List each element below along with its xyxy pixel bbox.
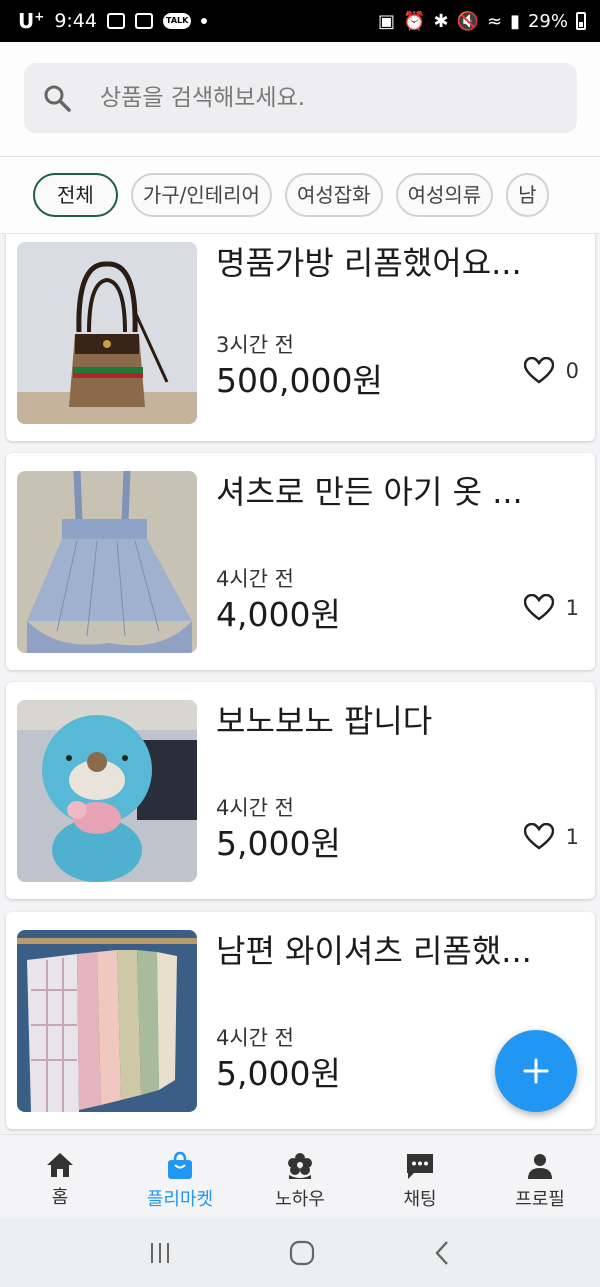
- chip-furniture-interior[interactable]: 가구/인테리어: [130, 173, 272, 217]
- product-card[interactable]: 셔츠로 만든 아기 옷 ... 4시간 전 4,000원 1: [6, 453, 595, 670]
- product-title: 보노보노 팝니다: [216, 702, 433, 740]
- clock: 9:44: [54, 10, 97, 32]
- search-area: [0, 42, 600, 156]
- flower-icon: [288, 1153, 312, 1179]
- mute-icon: 🔇: [456, 10, 479, 32]
- nav-item-knowhow[interactable]: 노하우: [240, 1135, 360, 1218]
- plus-icon: [523, 1058, 549, 1084]
- product-title: 남편 와이셔츠 리폼했...: [216, 932, 532, 970]
- back-icon[interactable]: [432, 1240, 452, 1266]
- nav-item-flea-market[interactable]: 플리마켓: [120, 1135, 240, 1218]
- chip-women-clothing[interactable]: 여성의류: [395, 173, 494, 217]
- nav-label: 홈: [51, 1187, 69, 1208]
- nav-label: 노하우: [275, 1189, 325, 1210]
- carrier-label: U+: [18, 9, 45, 33]
- category-chip-bar: 전체 가구/인테리어 여성잡화 여성의류 남: [0, 156, 600, 234]
- heart-icon: [523, 594, 554, 621]
- add-product-button[interactable]: [495, 1030, 577, 1112]
- status-bar: U+ 9:44 TALK ▣ ⏰ ✱ 🔇 ≈ ▮ 29%: [0, 0, 600, 42]
- nav-label: 채팅: [403, 1189, 437, 1210]
- product-price: 5,000원: [216, 824, 341, 863]
- nav-item-home[interactable]: 홈: [0, 1135, 120, 1218]
- nav-label: 플리마켓: [146, 1189, 214, 1210]
- chip-women-accessories[interactable]: 여성잡화: [284, 173, 383, 217]
- system-navigation-bar: [0, 1218, 600, 1287]
- battery-percent: 29%: [527, 10, 568, 32]
- nav-item-profile[interactable]: 프로필: [480, 1135, 600, 1218]
- product-title: 명품가방 리폼했어요...: [216, 244, 522, 282]
- wifi-icon: ≈: [486, 10, 503, 32]
- like-counter[interactable]: 0: [523, 357, 579, 384]
- nav-label: 프로필: [515, 1189, 565, 1210]
- search-icon: [44, 85, 71, 112]
- person-icon: [528, 1154, 552, 1179]
- search-bar[interactable]: [24, 63, 577, 133]
- product-price: 500,000원: [216, 361, 383, 400]
- heart-icon: [523, 823, 554, 850]
- screenshot-icon: [106, 13, 125, 29]
- bluetooth-icon: ✱: [433, 10, 449, 32]
- product-price: 4,000원: [216, 595, 341, 634]
- product-card[interactable]: 명품가방 리폼했어요... 3시간 전 500,000원 0: [6, 234, 595, 441]
- alarm-icon: ⏰: [403, 10, 426, 32]
- signal-icon: ▮: [510, 10, 520, 32]
- product-title: 셔츠로 만든 아기 옷 ...: [216, 473, 523, 511]
- product-thumbnail-bonobono-doll: [17, 700, 197, 882]
- product-thumbnail-bag: [17, 242, 197, 424]
- product-thumbnail-shirts: [17, 930, 197, 1112]
- battery-icon: [576, 12, 586, 30]
- chip-all[interactable]: 전체: [33, 173, 118, 217]
- home-button-icon[interactable]: [289, 1240, 315, 1266]
- bottom-navigation: 홈 플리마켓 노하우 채팅 프로필: [0, 1134, 600, 1218]
- chip-men[interactable]: 남: [506, 173, 549, 217]
- screen-record-icon: [134, 13, 153, 29]
- like-counter[interactable]: 1: [523, 594, 579, 621]
- search-input[interactable]: [100, 85, 540, 111]
- kakaotalk-icon: TALK: [162, 13, 192, 29]
- lock-icon: ▣: [378, 10, 396, 32]
- like-count: 0: [565, 358, 579, 383]
- product-price: 5,000원: [216, 1054, 341, 1093]
- home-icon: [47, 1153, 73, 1177]
- notification-dot-icon: [201, 18, 208, 24]
- product-list[interactable]: 명품가방 리폼했어요... 3시간 전 500,000원 0 셔츠로 만든 아기…: [0, 234, 600, 1134]
- product-card[interactable]: 보노보노 팝니다 4시간 전 5,000원 1: [6, 682, 595, 899]
- heart-icon: [523, 357, 554, 384]
- like-count: 1: [565, 595, 579, 620]
- recent-apps-icon[interactable]: [148, 1241, 172, 1265]
- like-count: 1: [565, 824, 579, 849]
- like-counter[interactable]: 1: [523, 823, 579, 850]
- product-thumbnail-baby-dress: [17, 471, 197, 653]
- chat-icon: [407, 1154, 433, 1179]
- nav-item-chat[interactable]: 채팅: [360, 1135, 480, 1218]
- shopping-bag-icon: [168, 1151, 192, 1179]
